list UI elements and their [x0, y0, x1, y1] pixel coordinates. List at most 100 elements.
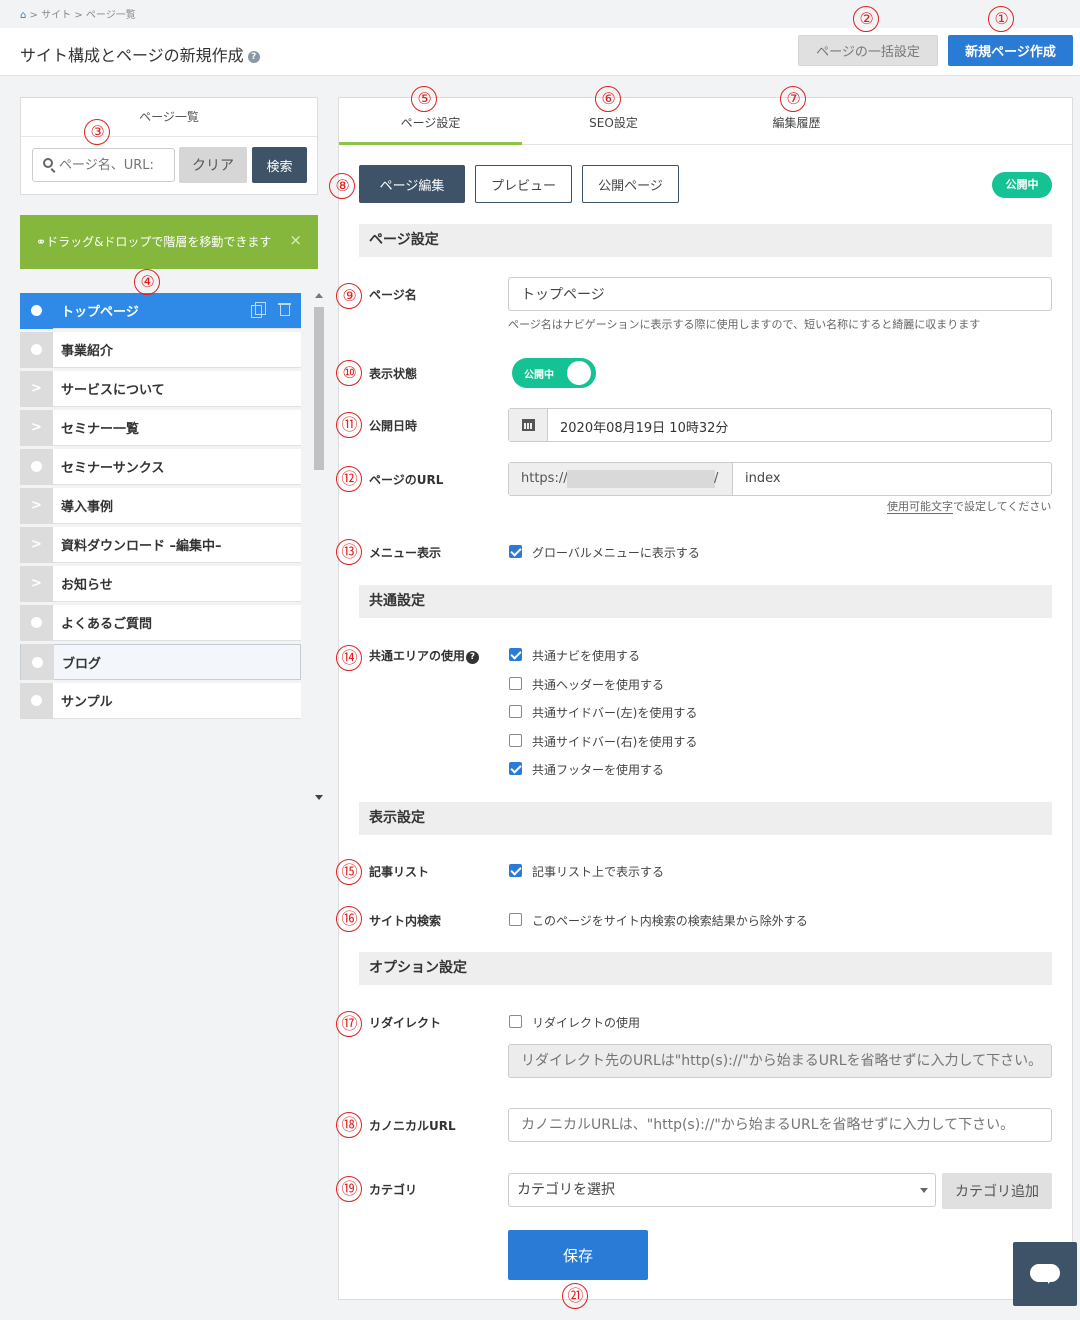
public-page-button[interactable]: 公開ページ — [582, 165, 679, 203]
scroll-thumb[interactable] — [314, 307, 324, 470]
bullet-dot — [31, 344, 42, 355]
scroll-up-icon[interactable] — [315, 293, 323, 298]
publish-date-field[interactable]: 2020年08月19日 10時32分 — [508, 408, 1052, 442]
bullet-icon[interactable] — [20, 292, 53, 329]
global-menu-checkbox[interactable] — [509, 545, 522, 558]
canonical-url-label: カノニカルURL — [369, 1119, 456, 1133]
tree-item[interactable]: > サービスについて — [20, 370, 301, 407]
bullet-icon[interactable] — [20, 604, 53, 641]
tree-item[interactable]: > お知らせ — [20, 565, 301, 602]
calendar-button[interactable] — [509, 409, 548, 441]
toggle-label: 公開中 — [524, 370, 554, 381]
page-title-text: サイト構成とページの新規作成 — [20, 46, 244, 65]
common-area-checkbox[interactable] — [509, 762, 522, 775]
help-icon[interactable]: ? — [247, 51, 260, 63]
chat-widget-button[interactable] — [1013, 1242, 1077, 1306]
tree-item[interactable]: > 資料ダウンロード –編集中– — [20, 526, 301, 563]
common-area-option: 共通サイドバー(左)を使用する — [532, 706, 698, 720]
url-field: https:// / index — [508, 462, 1052, 496]
tree-item[interactable]: よくあるご質問 — [20, 604, 301, 641]
visibility-label: 表示状態 — [369, 367, 418, 381]
tree-item-label: よくあるご質問 — [61, 617, 153, 632]
tree-item[interactable]: > 導入事例 — [20, 487, 301, 524]
tree-scrollbar[interactable] — [312, 293, 326, 803]
breadcrumb-site[interactable]: サイト — [41, 10, 71, 21]
allowed-characters-link[interactable]: 使用可能文字 — [887, 500, 953, 514]
visibility-toggle[interactable]: 公開中 — [512, 358, 596, 388]
page-name-input[interactable] — [508, 277, 1052, 311]
common-area-checkbox[interactable] — [509, 705, 522, 718]
chevron-right-icon[interactable]: > — [20, 370, 53, 407]
common-area-checkbox[interactable] — [509, 733, 522, 747]
common-area-checkbox[interactable] — [509, 676, 522, 690]
url-domain-masked — [567, 470, 715, 488]
page-edit-button[interactable]: ページ編集 — [359, 165, 465, 203]
common-area-checkbox[interactable] — [509, 648, 522, 661]
annotation-marker: ⑮ — [336, 859, 362, 885]
site-search-exclude-option: このページをサイト内検索の検索結果から除外する — [532, 914, 808, 928]
bulk-settings-button[interactable]: ページの一括設定 — [798, 35, 938, 66]
bullet-icon[interactable] — [20, 331, 53, 368]
common-area-option: 共通ナビを使用する — [532, 649, 641, 663]
lightbulb-icon: ⚭ — [36, 235, 47, 249]
tree-item[interactable]: ブログ — [20, 644, 301, 680]
trash-icon[interactable] — [278, 302, 291, 317]
tree-item-label: セミナーサンクス — [61, 461, 165, 476]
tree-item[interactable]: サンプル — [20, 682, 301, 719]
tree-item-actions — [251, 302, 291, 318]
chevron-right-icon[interactable]: > — [20, 526, 53, 563]
section-option-settings: オプション設定 — [359, 952, 1052, 985]
redirect-url-input[interactable] — [508, 1044, 1052, 1078]
tree-item[interactable]: > セミナー一覧 — [20, 409, 301, 446]
bullet-icon[interactable] — [20, 682, 53, 719]
page-name-label: ページ名 — [369, 288, 417, 302]
search-icon — [43, 158, 53, 168]
annotation-marker: ⑤ — [411, 86, 437, 112]
redirect-checkbox[interactable] — [509, 1015, 522, 1028]
tree-item[interactable]: 事業紹介 — [20, 331, 301, 368]
chat-icon — [1030, 1264, 1060, 1284]
annotation-marker: ⑲ — [336, 1176, 362, 1202]
annotation-marker: ㉑ — [562, 1283, 588, 1309]
tree-item[interactable]: セミナーサンクス — [20, 448, 301, 485]
annotation-marker: ⑱ — [336, 1112, 362, 1138]
canonical-url-input[interactable] — [508, 1108, 1052, 1142]
common-area-option: 共通ヘッダーを使用する — [532, 677, 665, 692]
tree-item[interactable]: トップページ — [20, 292, 301, 329]
annotation-marker: ① — [988, 6, 1014, 32]
preview-button[interactable]: プレビュー — [475, 165, 572, 203]
url-slash: / — [714, 471, 719, 486]
annotation-marker: ⑨ — [336, 283, 362, 309]
chevron-right-icon[interactable]: > — [20, 565, 53, 602]
help-icon[interactable]: ? — [466, 651, 480, 664]
site-search-exclude-checkbox[interactable] — [509, 913, 522, 926]
chevron-right-icon[interactable]: > — [20, 409, 53, 446]
bullet-dot — [31, 305, 42, 316]
bullet-icon[interactable] — [20, 448, 53, 485]
article-list-option: 記事リスト上で表示する — [532, 865, 665, 879]
tree-item-label: 資料ダウンロード –編集中– — [61, 539, 222, 554]
scroll-down-icon[interactable] — [315, 795, 323, 800]
search-button[interactable]: 検索 — [252, 147, 307, 183]
toggle-knob — [567, 361, 591, 385]
redirect-option: リダイレクトの使用 — [532, 1016, 641, 1030]
url-slug-input[interactable]: index — [745, 471, 781, 486]
article-list-checkbox[interactable] — [509, 864, 522, 877]
clear-button[interactable]: クリア — [179, 147, 247, 183]
house-icon[interactable]: ⌂ — [20, 10, 26, 21]
bullet-icon[interactable] — [21, 644, 54, 680]
annotation-marker: ⑥ — [595, 86, 621, 112]
category-select[interactable]: カテゴリを選択 — [508, 1173, 936, 1207]
close-icon[interactable]: × — [289, 231, 302, 249]
redirect-label: リダイレクト — [369, 1016, 442, 1030]
new-page-button[interactable]: 新規ページ作成 — [948, 35, 1073, 66]
page-search-input[interactable] — [32, 148, 175, 182]
annotation-marker: ⑭ — [336, 645, 362, 671]
breadcrumb-pages[interactable]: ページ一覧 — [86, 10, 136, 21]
add-category-button[interactable]: カテゴリ追加 — [942, 1173, 1052, 1209]
annotation-marker: ⑫ — [336, 466, 362, 492]
common-area-label-text: 共通エリアの使用 — [369, 649, 466, 663]
chevron-right-icon[interactable]: > — [20, 487, 53, 524]
save-button[interactable]: 保存 — [508, 1230, 648, 1280]
copy-icon[interactable] — [251, 302, 266, 318]
